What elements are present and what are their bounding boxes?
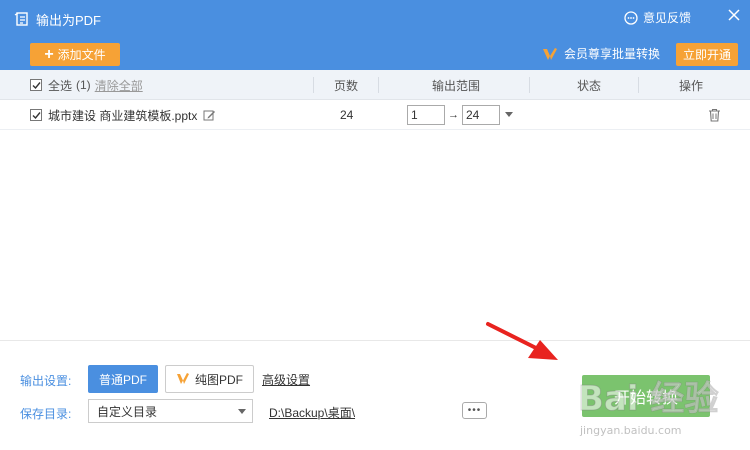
column-header-range: 输出范围 — [432, 78, 481, 93]
range-to-input[interactable]: 24 — [462, 105, 500, 125]
column-divider — [313, 77, 314, 93]
range-cell: 1 → 24 — [407, 100, 513, 130]
vip-promo-label: 会员尊享批量转换 — [564, 47, 661, 61]
page-count: 24 — [340, 108, 354, 122]
file-name: 城市建设 商业建筑模板.pptx — [48, 108, 198, 123]
window-title-text: 输出为PDF — [36, 12, 102, 28]
checkmark-icon — [32, 111, 41, 119]
chevron-down-icon[interactable] — [505, 112, 513, 118]
select-all-count: (1) — [76, 78, 91, 92]
column-divider — [529, 77, 530, 93]
add-file-label: 添加文件 — [57, 48, 106, 62]
advanced-settings-link[interactable]: 高级设置 — [262, 371, 310, 388]
file-table-header: 全选 (1) 清除全部 页数 输出范围 状态 操作 — [0, 70, 750, 100]
select-all-checkbox[interactable] — [30, 79, 42, 91]
open-membership-button[interactable]: 立即开通 — [676, 43, 738, 66]
select-all-control[interactable]: 全选 (1) 清除全部 — [30, 70, 143, 100]
range-from-input[interactable]: 1 — [407, 105, 445, 125]
close-icon[interactable] — [728, 9, 740, 21]
edit-icon[interactable] — [203, 109, 216, 122]
open-membership-label: 立即开通 — [682, 48, 731, 62]
output-settings-label: 输出设置: — [20, 374, 72, 388]
column-divider — [638, 77, 639, 93]
vip-badge-icon — [543, 47, 557, 60]
select-all-label: 全选 — [48, 78, 73, 93]
checkmark-icon — [32, 81, 41, 89]
title-bar: 输出为PDF 意见反馈 + 添加文件 会员尊享批量转换 立即开通 — [0, 0, 750, 70]
add-file-button[interactable]: + 添加文件 — [30, 43, 120, 66]
file-name-cell: 城市建设 商业建筑模板.pptx — [30, 100, 216, 130]
save-dir-label: 保存目录: — [20, 407, 72, 421]
image-pdf-label: 纯图PDF — [194, 372, 243, 387]
image-pdf-button[interactable]: 纯图PDF — [165, 365, 254, 393]
trash-icon[interactable] — [708, 108, 721, 122]
chevron-down-icon — [238, 409, 246, 414]
chat-bubble-icon — [624, 10, 638, 25]
row-checkbox[interactable] — [30, 109, 42, 121]
column-divider — [378, 77, 379, 93]
range-arrow-icon: → — [448, 109, 459, 121]
start-convert-label: 开始转换 — [613, 390, 678, 407]
start-convert-button[interactable]: 开始转换 — [582, 375, 710, 417]
normal-pdf-button[interactable]: 普通PDF — [88, 365, 158, 393]
annotation-arrow-icon — [486, 322, 558, 360]
save-dir-value: 自定义目录 — [97, 404, 158, 419]
normal-pdf-label: 普通PDF — [98, 372, 147, 387]
watermark-url: jingyan.baidu.com — [580, 424, 682, 437]
plus-icon: + — [44, 45, 54, 63]
column-header-status: 状态 — [577, 78, 602, 93]
pdf-export-icon — [14, 12, 28, 26]
save-dir-path[interactable]: D:\Backup\桌面\ — [269, 404, 355, 421]
column-header-pages: 页数 — [334, 78, 359, 93]
feedback-label: 意见反馈 — [643, 11, 692, 25]
window-title: 输出为PDF — [14, 10, 101, 28]
vip-promo: 会员尊享批量转换 — [542, 45, 660, 62]
clear-all-link[interactable]: 清除全部 — [95, 77, 143, 94]
save-dir-select[interactable]: 自定义目录 — [88, 399, 253, 423]
vip-badge-icon — [176, 373, 189, 384]
browse-more-button[interactable]: ••• — [462, 402, 487, 419]
column-header-actions: 操作 — [679, 78, 704, 93]
feedback-link[interactable]: 意见反馈 — [624, 9, 691, 26]
table-row: 城市建设 商业建筑模板.pptx 24 1 → 24 — [0, 100, 750, 130]
